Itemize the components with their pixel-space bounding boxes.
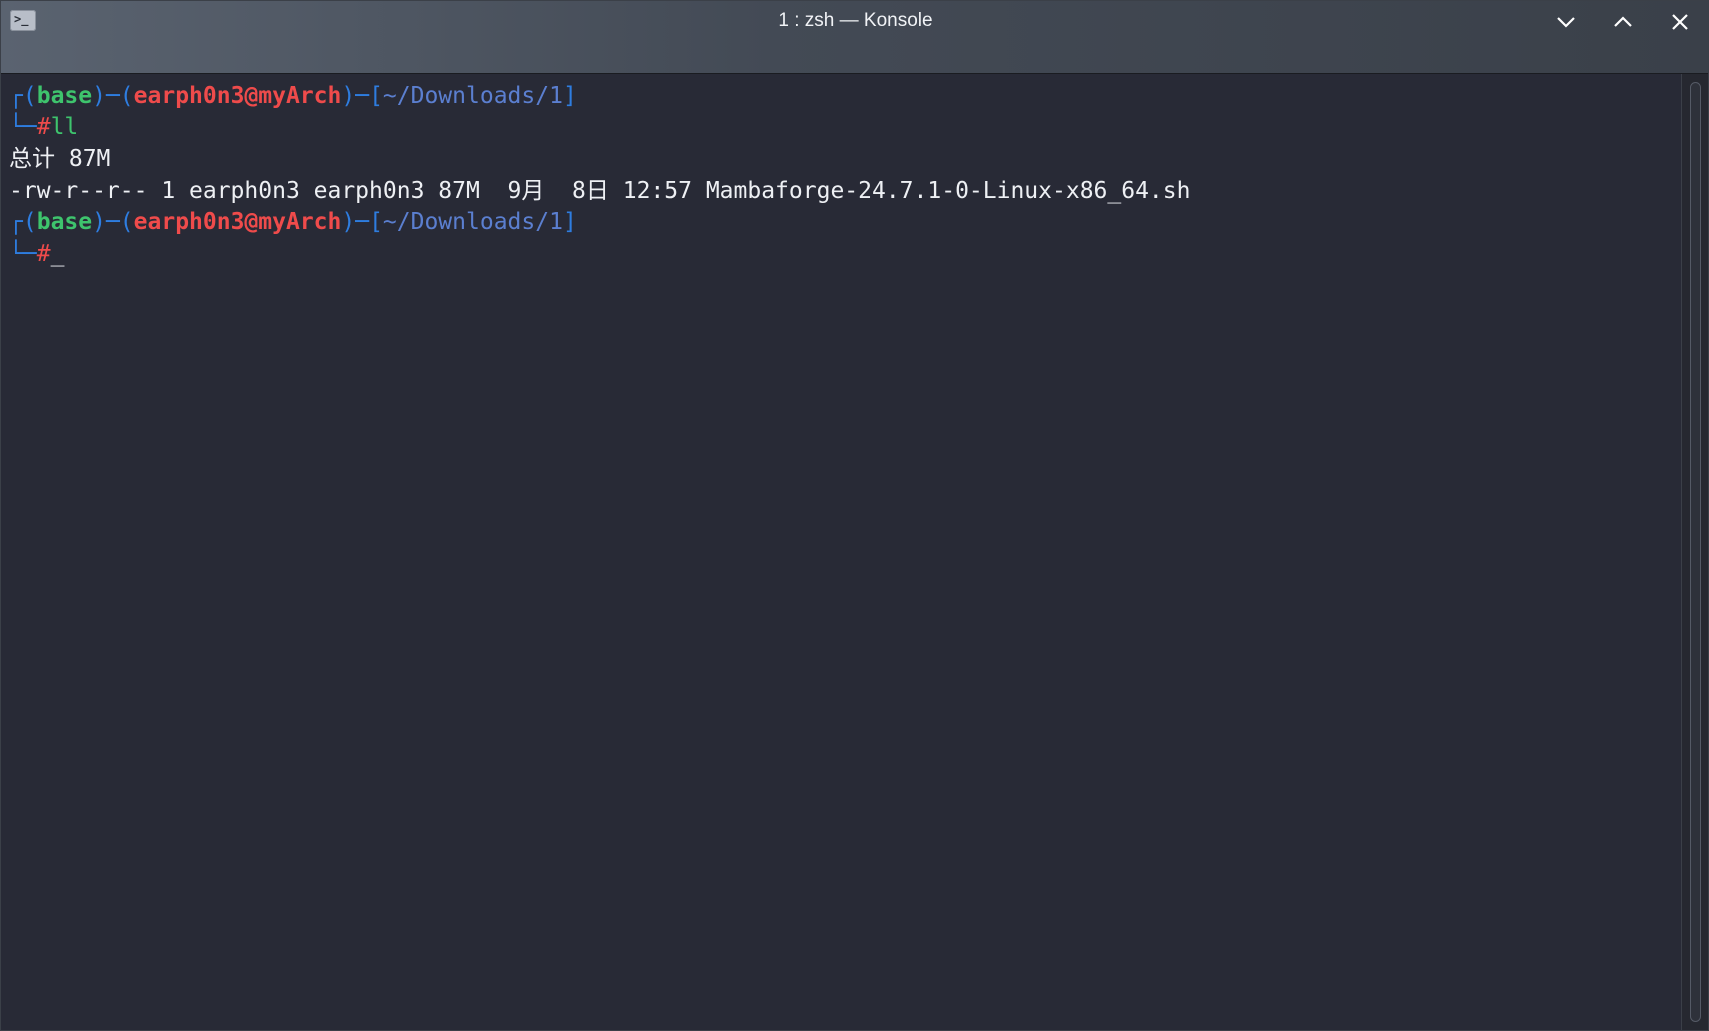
command-text: ll (50, 114, 79, 140)
chevron-down-icon (1557, 17, 1575, 28)
prompt-line-1: ┌(base)─(earph0n3@myArch)─[~/Downloads/1… (9, 80, 577, 112)
vertical-scrollbar[interactable] (1681, 74, 1708, 1030)
command-line-2[interactable]: └─#_ (9, 238, 64, 270)
prompt-corner: └─ (9, 114, 37, 140)
window-title: 1 : zsh — Konsole (778, 10, 933, 31)
prompt-path: ~/Downloads/1 (382, 83, 563, 109)
prompt-separator: )─( (92, 209, 134, 235)
prompt-separator: )─( (92, 83, 134, 109)
output-file-line: -rw-r--r-- 1 earph0n3 earph0n3 87M 9月 8日… (9, 178, 1191, 204)
chevron-up-icon (1614, 16, 1632, 27)
prompt-bracket: ( (22, 83, 37, 109)
prompt-hash: # (36, 114, 51, 140)
prompt-hash: # (36, 241, 51, 267)
close-icon (1672, 14, 1688, 30)
prompt-user-host: earph0n3@myArch (133, 209, 342, 235)
minimize-button[interactable] (1549, 7, 1583, 37)
prompt-path: ~/Downloads/1 (382, 209, 563, 235)
prompt-corner: ┌ (9, 209, 23, 235)
prompt-env: base (36, 83, 93, 109)
prompt-user-host: earph0n3@myArch (133, 83, 342, 109)
prompt-separator: )─[ (341, 83, 383, 109)
prompt-bracket: ] (562, 83, 577, 109)
close-button[interactable] (1663, 7, 1697, 37)
prompt-env: base (36, 209, 93, 235)
prompt-bracket: ] (562, 209, 577, 235)
konsole-window: >_ 1 : zsh — Konsole ┌(base)─(earph0n3@m… (0, 0, 1709, 1031)
maximize-button[interactable] (1606, 7, 1640, 37)
output-total: 总计 87M (9, 146, 111, 172)
prompt-corner: ┌ (9, 83, 23, 109)
text-cursor: _ (50, 241, 65, 267)
scrollbar-thumb[interactable] (1690, 82, 1701, 1022)
prompt-corner: └─ (9, 241, 37, 267)
prompt-bracket: ( (22, 209, 37, 235)
prompt-line-2: ┌(base)─(earph0n3@myArch)─[~/Downloads/1… (9, 206, 577, 238)
terminal-area[interactable]: ┌(base)─(earph0n3@myArch)─[~/Downloads/1… (1, 74, 1681, 1030)
title-bar[interactable]: >_ 1 : zsh — Konsole (1, 1, 1708, 74)
prompt-separator: )─[ (341, 209, 383, 235)
command-line-1: └─#ll (9, 111, 78, 143)
